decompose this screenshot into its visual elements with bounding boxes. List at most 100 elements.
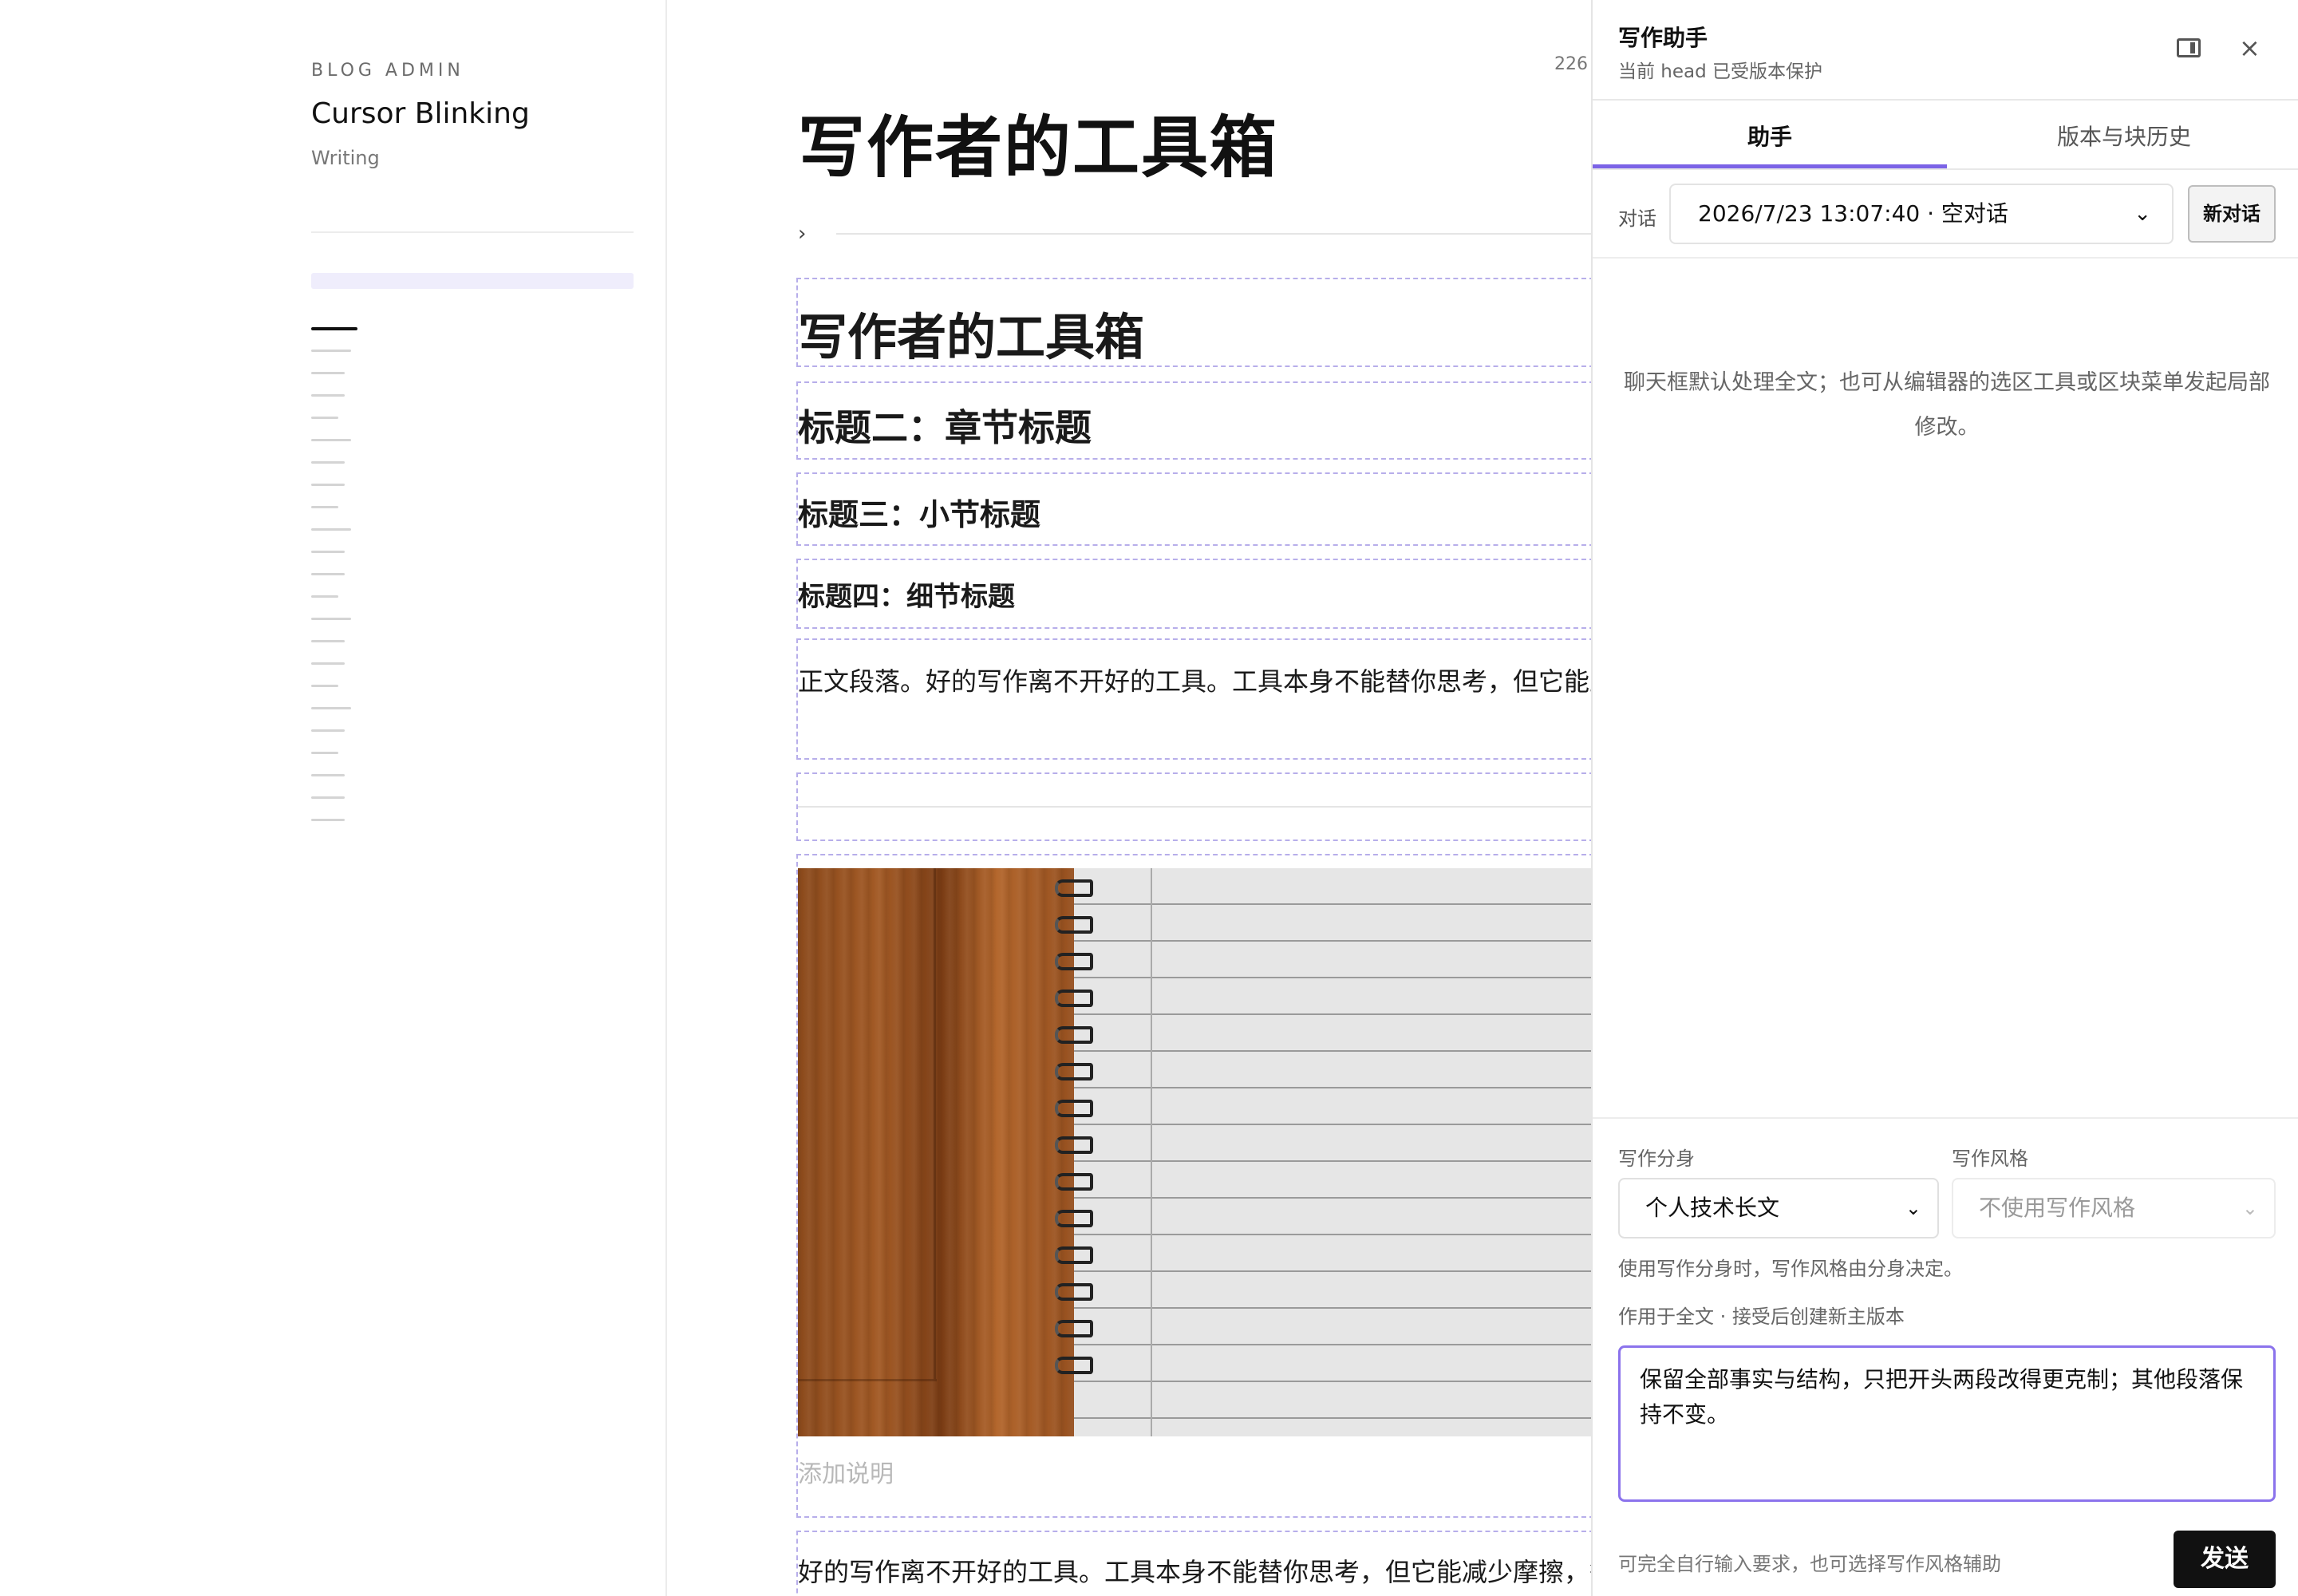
- wood-seam: [934, 868, 936, 1379]
- tab-assistant[interactable]: 助手: [1593, 120, 1947, 152]
- spiral-ring: [1055, 879, 1093, 897]
- sidebar-item-active[interactable]: [311, 273, 634, 289]
- outline-line[interactable]: [311, 439, 351, 441]
- editor-block-image[interactable]: 添加说明: [796, 854, 1591, 1518]
- send-button[interactable]: 发送: [2174, 1531, 2276, 1588]
- style-label: 写作风格: [1952, 1148, 2028, 1170]
- spiral-ring: [1055, 1246, 1093, 1264]
- image-caption-input[interactable]: 添加说明: [798, 1454, 894, 1489]
- wood-seam: [798, 1379, 937, 1381]
- editor-block-divider[interactable]: [796, 772, 1591, 841]
- editor-block-h1[interactable]: 写作者的工具箱: [796, 278, 1591, 367]
- editor-block-paragraph[interactable]: 好的写作离不开好的工具。工具本身不能替你思考，但它能减少摩擦，等、数字工具、自动…: [796, 1531, 1591, 1596]
- outline-line[interactable]: [311, 573, 345, 575]
- outline-line[interactable]: [311, 640, 345, 642]
- empty-chat-hint: 聊天框默认处理全文；也可从编辑器的选区工具或区块菜单发起局部修改。: [1624, 370, 2270, 440]
- outline-line[interactable]: [311, 774, 345, 776]
- horizontal-rule: [798, 806, 1591, 808]
- new-conversation-button[interactable]: 新对话: [2188, 185, 2276, 243]
- heading-3[interactable]: 标题三：小节标题: [798, 490, 1040, 534]
- sidebar: BLOG ADMIN Cursor Blinking Writing: [0, 0, 667, 1596]
- wood-surface: [798, 868, 1074, 1436]
- outline-line[interactable]: [311, 417, 338, 419]
- header-divider: [1593, 99, 2298, 101]
- outline-line[interactable]: [311, 796, 345, 799]
- outline-line[interactable]: [311, 819, 345, 821]
- spiral-ring: [1055, 1026, 1093, 1044]
- persona-selected: 个人技术长文: [1645, 1195, 1780, 1221]
- page-title[interactable]: 写作者的工具箱: [798, 94, 1278, 191]
- tab-version-history[interactable]: 版本与块历史: [1947, 120, 2298, 152]
- spiral-ring: [1055, 1210, 1093, 1227]
- conversation-label: 对话: [1618, 207, 1656, 230]
- outline-line-current[interactable]: [311, 327, 357, 330]
- close-icon[interactable]: ×: [2239, 32, 2260, 64]
- style-selected: 不使用写作风格: [1979, 1195, 2136, 1221]
- sidebar-eyebrow: BLOG ADMIN: [311, 61, 464, 81]
- style-select[interactable]: 不使用写作风格 ⌄: [1952, 1178, 2276, 1238]
- conversation-divider: [1593, 257, 2298, 259]
- outline-line[interactable]: [311, 685, 338, 687]
- chevron-down-icon: ⌄: [2241, 1197, 2258, 1219]
- persona-select[interactable]: 个人技术长文 ⌄: [1618, 1178, 1939, 1238]
- outline-line[interactable]: [311, 372, 345, 374]
- word-count: 226: [1554, 54, 1588, 74]
- sidebar-divider: [311, 231, 634, 233]
- site-title[interactable]: Cursor Blinking: [311, 97, 530, 130]
- notebook-image[interactable]: [798, 868, 1591, 1436]
- spiral-ring: [1055, 1320, 1093, 1337]
- chevron-down-icon: ⌄: [2134, 202, 2151, 226]
- editor-block-h2[interactable]: 标题二：章节标题: [796, 381, 1591, 460]
- persona-note: 使用写作分身时，写作风格由分身决定。: [1618, 1258, 1963, 1280]
- spiral-binding: [1055, 879, 1098, 1393]
- outline-line[interactable]: [311, 484, 345, 486]
- editor-block-paragraph[interactable]: 正文段落。好的写作离不开好的工具。工具本身不能替你思考，但它能上。: [796, 638, 1591, 760]
- sidebar-toggle-icon[interactable]: [2177, 38, 2201, 57]
- composer-footer-note: 可完全自行输入要求，也可选择写作风格辅助: [1618, 1553, 2001, 1575]
- spiral-ring: [1055, 1357, 1093, 1374]
- outline-line[interactable]: [311, 350, 351, 352]
- persona-label: 写作分身: [1618, 1148, 1695, 1170]
- spiral-ring: [1055, 990, 1093, 1007]
- composer-divider: [1593, 1117, 2298, 1119]
- heading-1[interactable]: 写作者的工具箱: [798, 297, 1144, 369]
- outline-line[interactable]: [311, 595, 338, 598]
- outline-line[interactable]: [311, 528, 351, 531]
- conversation-select[interactable]: 2026/7/23 13:07:40 · 空对话 ⌄: [1669, 184, 2174, 244]
- spiral-ring: [1055, 1136, 1093, 1154]
- editor-block-h4[interactable]: 标题四：细节标题: [796, 559, 1591, 629]
- prompt-textarea[interactable]: 保留全部事实与结构，只把开头两段改得更克制；其他段落保持不变。: [1618, 1345, 2276, 1502]
- editor-area: 226 写作者的工具箱 › 写作者的工具箱 标题二：章节标题 标题三：小节标题 …: [669, 0, 1591, 1596]
- spiral-ring: [1055, 1173, 1093, 1191]
- panel-subtitle: 当前 head 已受版本保护: [1618, 61, 1823, 82]
- spiral-ring: [1055, 1283, 1093, 1301]
- editor-block-h3[interactable]: 标题三：小节标题: [796, 472, 1591, 546]
- outline-line[interactable]: [311, 729, 345, 732]
- conversation-selected: 2026/7/23 13:07:40 · 空对话: [1698, 200, 2008, 227]
- outline-minimap[interactable]: [311, 327, 357, 841]
- spiral-ring: [1055, 1063, 1093, 1080]
- chevron-right-icon[interactable]: ›: [798, 222, 806, 246]
- spiral-ring: [1055, 1100, 1093, 1117]
- heading-2[interactable]: 标题二：章节标题: [798, 399, 1092, 452]
- paper-margin-line: [1151, 868, 1152, 1436]
- outline-line[interactable]: [311, 752, 338, 754]
- tab-divider: [1593, 168, 2298, 170]
- outline-line[interactable]: [311, 707, 351, 709]
- writing-assistant-panel: 写作助手 当前 head 已受版本保护 × 助手 版本与块历史 对话 2026/…: [1591, 0, 2298, 1596]
- outline-line[interactable]: [311, 394, 345, 397]
- section-label: Writing: [311, 147, 380, 169]
- paragraph-text[interactable]: 正文段落。好的写作离不开好的工具。工具本身不能替你思考，但它能上。: [798, 659, 1591, 704]
- spiral-ring: [1055, 953, 1093, 970]
- outline-line[interactable]: [311, 506, 338, 508]
- outline-line[interactable]: [311, 618, 351, 620]
- outline-line[interactable]: [311, 662, 345, 665]
- spiral-ring: [1055, 916, 1093, 934]
- heading-4[interactable]: 标题四：细节标题: [798, 575, 1015, 614]
- outline-line[interactable]: [311, 461, 345, 464]
- scope-note: 作用于全文 · 接受后创建新主版本: [1618, 1306, 1905, 1328]
- panel-title: 写作助手: [1618, 25, 1708, 51]
- chevron-down-icon: ⌄: [1905, 1197, 1921, 1219]
- paragraph-text[interactable]: 好的写作离不开好的工具。工具本身不能替你思考，但它能减少摩擦，等、数字工具、自动…: [798, 1550, 1591, 1596]
- outline-line[interactable]: [311, 551, 345, 553]
